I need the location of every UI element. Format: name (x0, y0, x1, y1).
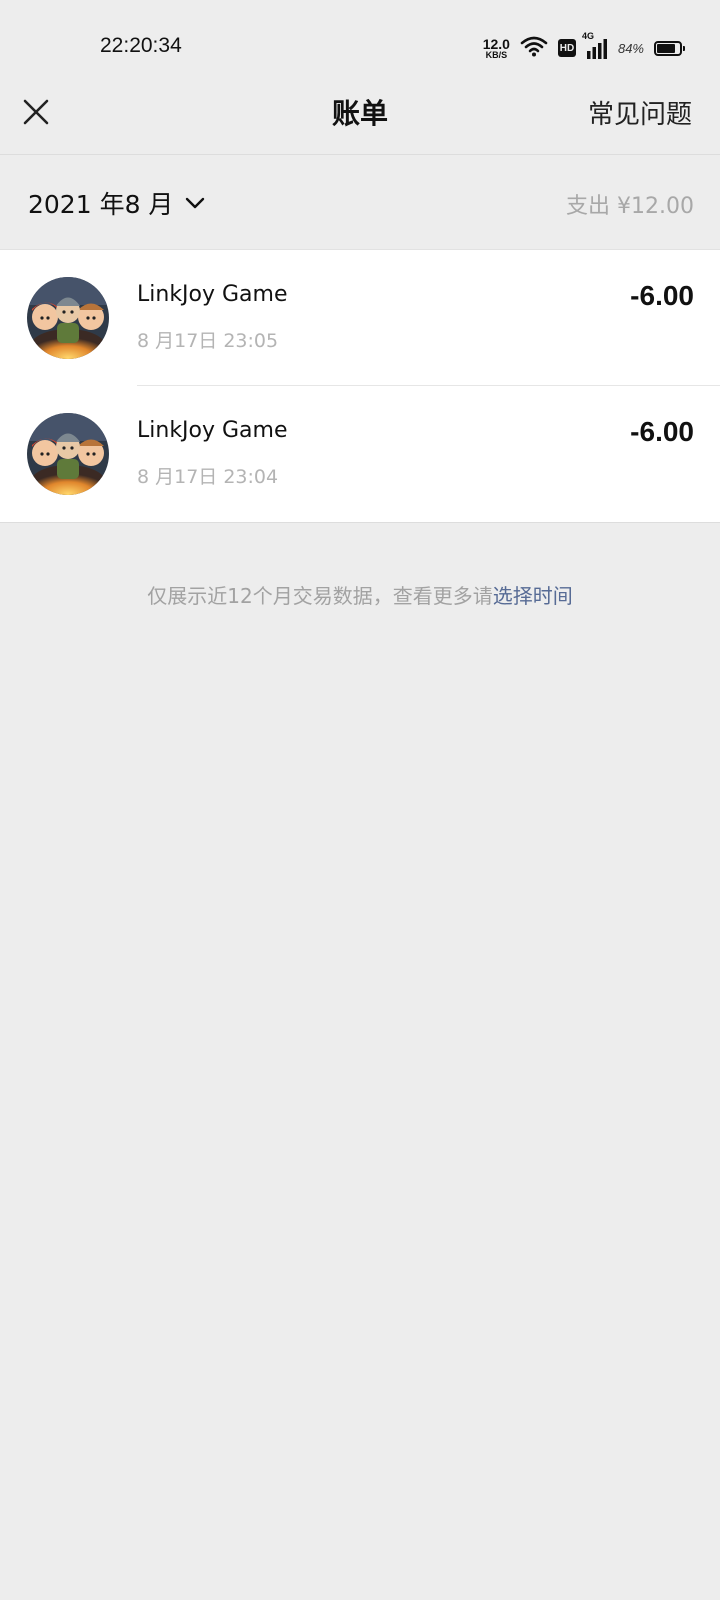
signal-icon: 4G (582, 31, 608, 59)
transaction-row[interactable]: LinkJoy Game 8 月17日 23:05 -6.00 (0, 250, 720, 386)
game-avatar (27, 277, 109, 359)
transaction-time: 8 月17日 23:04 (137, 466, 279, 488)
transaction-row[interactable]: LinkJoy Game 8 月17日 23:04 -6.00 (0, 386, 720, 522)
battery-icon (654, 40, 685, 56)
network-speed: 12.0 KB/S (483, 37, 510, 60)
network-speed-unit: KB/S (485, 49, 508, 60)
month-total: 支出 ¥12.00 (566, 194, 694, 219)
status-time: 22:20:34 (100, 34, 182, 57)
footer-note: 仅展示近12个月交易数据，查看更多请选择时间 (0, 580, 720, 609)
hd-icon: HD (557, 39, 576, 57)
battery-percent: 84% (617, 40, 644, 56)
game-avatar (27, 413, 109, 495)
select-time-link[interactable]: 选择时间 (493, 584, 573, 608)
battery-fill (657, 43, 676, 53)
month-label: 2021 年8 月 (28, 190, 174, 219)
month-header: 2021 年8 月 支出 ¥12.00 (0, 155, 720, 249)
footer-note-text: 仅展示近12个月交易数据，查看更多请 (147, 584, 493, 608)
transaction-time: 8 月17日 23:05 (137, 330, 279, 352)
transaction-list: LinkJoy Game 8 月17日 23:05 -6.00 LinkJoy … (0, 249, 720, 523)
signal-tag: 4G (581, 31, 594, 41)
transaction-amount: -6.00 (630, 280, 694, 311)
faq-link[interactable]: 常见问题 (588, 94, 692, 131)
nav-bar: 账单 常见问题 (0, 78, 720, 155)
transaction-amount: -6.00 (630, 416, 694, 447)
status-icons: 12.0 KB/S HD 4G 84% (483, 31, 685, 62)
transaction-name: LinkJoy Game (137, 418, 288, 443)
network-speed-value: 12.0 (482, 35, 510, 52)
month-selector[interactable]: 2021 年8 月 (28, 185, 205, 221)
wifi-icon (520, 35, 548, 61)
transaction-name: LinkJoy Game (137, 282, 288, 307)
chevron-down-icon (186, 197, 205, 209)
